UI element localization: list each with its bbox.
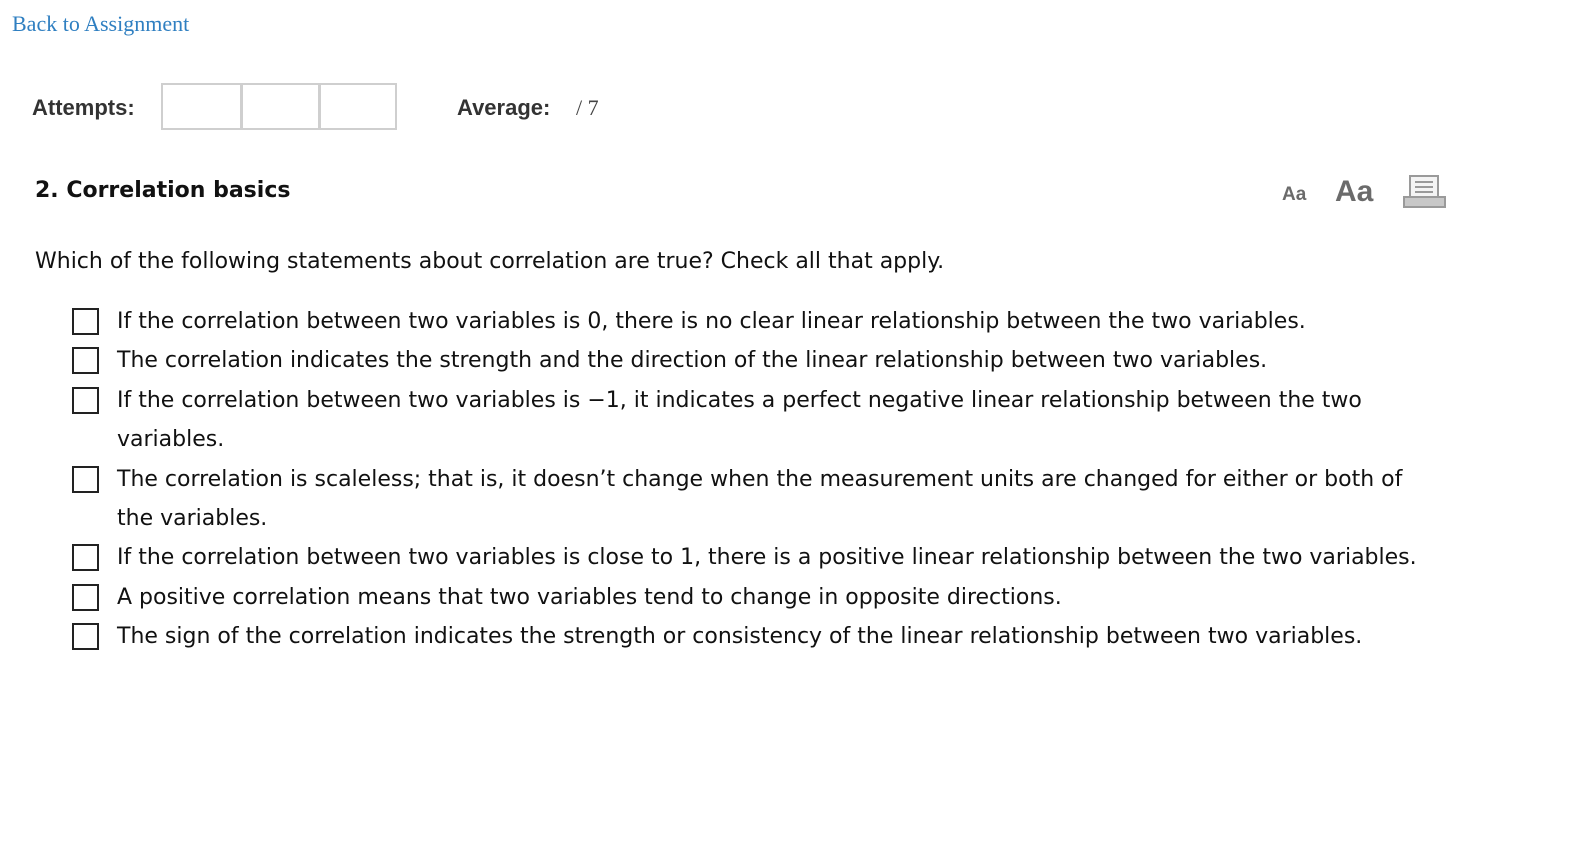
- checkbox[interactable]: [72, 347, 99, 375]
- option-item[interactable]: If the correlation between two variables…: [72, 538, 1432, 577]
- attempt-box: [317, 85, 395, 128]
- option-label: The correlation indicates the strength a…: [117, 348, 1268, 374]
- option-item[interactable]: The correlation indicates the strength a…: [72, 341, 1432, 380]
- option-item[interactable]: The correlation is scaleless; that is, i…: [72, 460, 1432, 539]
- option-label: If the correlation between two variables…: [117, 545, 1417, 571]
- printer-icon[interactable]: [1403, 175, 1447, 209]
- option-item[interactable]: The sign of the correlation indicates th…: [72, 617, 1432, 656]
- option-label: The sign of the correlation indicates th…: [117, 624, 1363, 650]
- increase-font-button[interactable]: Aa: [1335, 174, 1373, 210]
- average-label: Average:: [457, 95, 551, 120]
- checkbox[interactable]: [72, 308, 99, 335]
- option-label: If the correlation between two variables…: [117, 309, 1306, 334]
- checkbox[interactable]: [72, 386, 99, 414]
- option-item[interactable]: A positive correlation means that two va…: [72, 578, 1432, 617]
- attempt-boxes: [161, 83, 397, 130]
- average-value: / 7: [576, 95, 599, 120]
- option-item[interactable]: If the correlation between two variables…: [72, 302, 1432, 341]
- question-title: 2. Correlation basics: [35, 178, 291, 203]
- checkbox[interactable]: [72, 583, 99, 611]
- checkbox[interactable]: [72, 623, 99, 651]
- checkbox[interactable]: [72, 465, 99, 493]
- option-label: If the correlation between two variables…: [117, 387, 1362, 453]
- decrease-font-button[interactable]: Aa: [1282, 183, 1306, 207]
- option-label: A positive correlation means that two va…: [117, 584, 1062, 610]
- back-to-assignment-link[interactable]: Back to Assignment: [12, 9, 189, 39]
- option-label: The correlation is scaleless; that is, i…: [117, 466, 1403, 532]
- attempt-box: [163, 85, 240, 128]
- question-prompt: Which of the following statements about …: [35, 249, 945, 274]
- option-item[interactable]: If the correlation between two variables…: [72, 381, 1432, 460]
- attempt-box: [240, 85, 317, 128]
- options-list: If the correlation between two variables…: [72, 302, 1432, 657]
- attempts-label: Attempts:: [32, 95, 135, 120]
- checkbox[interactable]: [72, 544, 99, 572]
